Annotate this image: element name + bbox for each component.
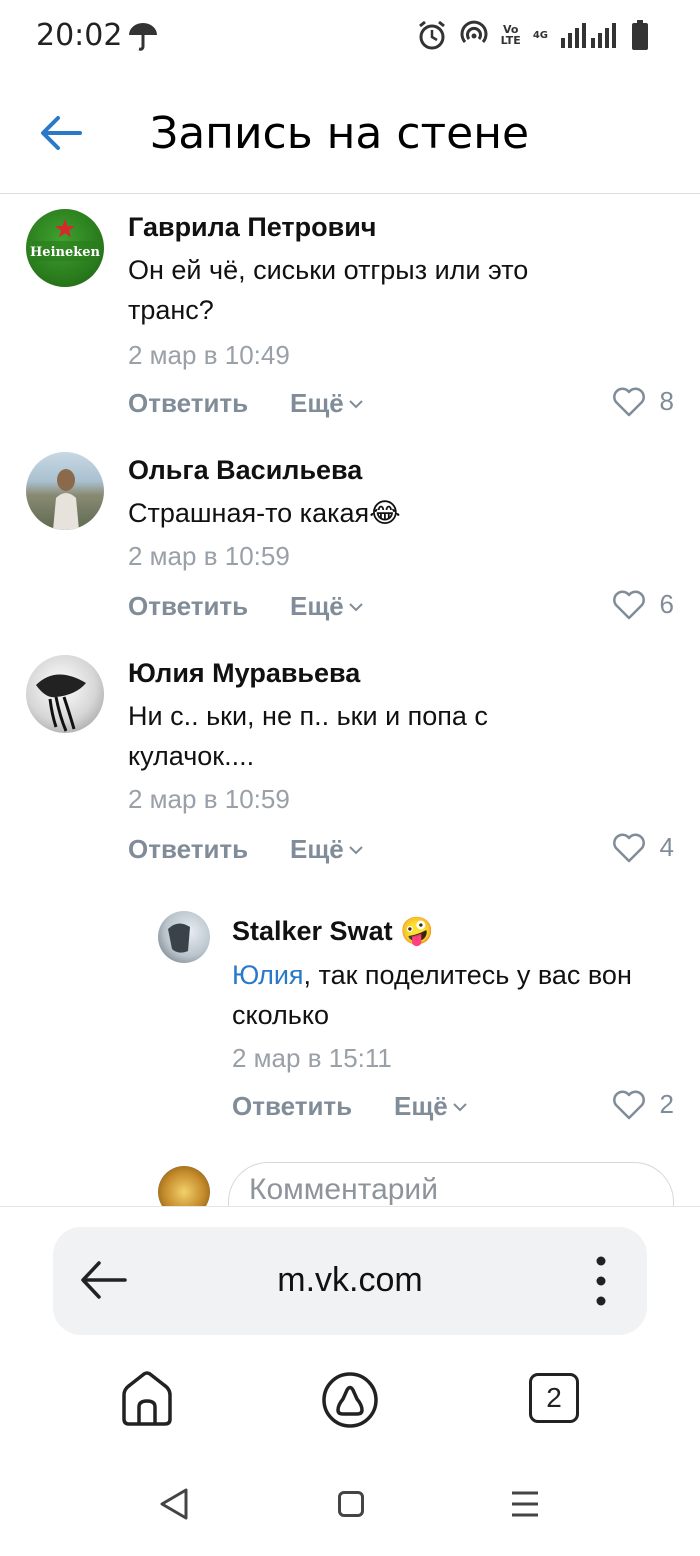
avatar[interactable] <box>158 911 210 963</box>
reply-author-name: Stalker Swat <box>232 916 393 946</box>
avatar[interactable]: Heineken <box>26 209 104 287</box>
more-vertical-icon[interactable] <box>595 1255 607 1307</box>
volte-indicator: Vo LTE <box>501 24 521 46</box>
url-bar[interactable]: m.vk.com <box>53 1227 647 1335</box>
assistant-icon[interactable] <box>321 1371 379 1429</box>
chevron-down-icon <box>349 602 363 611</box>
person-photo-icon <box>36 674 86 732</box>
chevron-down-icon <box>349 845 363 854</box>
like-button[interactable]: 4 <box>612 832 674 863</box>
status-bar: 20:02 Vo LTE 4G <box>0 0 700 72</box>
comment-text: Страшная-то какая😂 <box>128 498 401 528</box>
reply-author[interactable]: Stalker Swat 🤪 <box>232 915 434 947</box>
svg-text:Heineken: Heineken <box>30 245 100 260</box>
comment-date[interactable]: 2 мар в 10:49 <box>128 340 290 371</box>
person-photo-icon <box>53 469 79 530</box>
comment-item: Ольга Васильева Страшная-то какая😂 2 мар… <box>0 445 700 635</box>
reply-text: Юлия, так поделитесь у вас вон сколько <box>232 955 652 1035</box>
more-label: Ещё <box>290 834 344 864</box>
reply-item: Stalker Swat 🤪 Юлия, так поделитесь у ва… <box>0 905 700 1135</box>
home-icon[interactable] <box>120 1369 174 1427</box>
more-button[interactable]: Ещё <box>290 591 364 622</box>
hotspot-icon <box>460 20 488 43</box>
heart-icon <box>612 833 645 862</box>
person-photo-icon <box>168 923 190 953</box>
mention-link[interactable]: Юлия <box>232 960 304 990</box>
alarm-icon <box>418 20 445 50</box>
comment-date[interactable]: 2 мар в 10:59 <box>128 784 290 815</box>
url-text[interactable]: m.vk.com <box>53 1261 647 1300</box>
comment-author[interactable]: Ольга Васильева <box>128 455 362 486</box>
comment-author[interactable]: Гаврила Петрович <box>128 212 376 243</box>
reply-button[interactable]: Ответить <box>128 388 248 419</box>
comment-author[interactable]: Юлия Муравьева <box>128 658 360 689</box>
more-label: Ещё <box>290 591 344 621</box>
user-avatar <box>158 1166 210 1206</box>
status-time: 20:02 <box>36 18 123 53</box>
heineken-logo-icon: Heineken <box>30 219 101 261</box>
reply-button[interactable]: Ответить <box>128 834 248 865</box>
page-title: Запись на стене <box>150 108 530 159</box>
reply-button[interactable]: Ответить <box>128 591 248 622</box>
system-recents-icon[interactable] <box>510 1489 540 1519</box>
more-button[interactable]: Ещё <box>394 1091 468 1122</box>
comment-date[interactable]: 2 мар в 10:59 <box>128 541 290 572</box>
author-emoji: 🤪 <box>400 916 434 946</box>
like-button[interactable]: 2 <box>612 1089 674 1120</box>
chevron-down-icon <box>349 399 363 408</box>
heart-icon <box>612 590 645 619</box>
signal-icon <box>561 23 616 48</box>
network-gen: 4G <box>532 29 548 41</box>
arrow-left-icon[interactable] <box>38 110 84 156</box>
more-label: Ещё <box>290 388 344 418</box>
system-home-icon[interactable] <box>338 1491 364 1517</box>
comment-text: Он ей чё, сиськи отгрыз или это транс? <box>128 255 529 325</box>
more-button[interactable]: Ещё <box>290 388 364 419</box>
volte-label-bottom: LTE <box>500 34 521 47</box>
like-button[interactable]: 6 <box>612 589 674 620</box>
more-label: Ещё <box>394 1091 448 1121</box>
heart-icon <box>612 387 645 416</box>
comment-item: Юлия Муравьева Ни с.. ьки, не п.. ьки и … <box>0 648 700 878</box>
more-button[interactable]: Ещё <box>290 834 364 865</box>
comment-bar: Комментарий <box>0 1160 700 1206</box>
battery-icon <box>632 20 648 50</box>
comment-input[interactable]: Комментарий <box>228 1162 674 1206</box>
like-count: 2 <box>659 1089 674 1119</box>
umbrella-icon <box>129 23 157 51</box>
comment-text: Ни с.. ьки, не п.. ьки и попа с кулачок.… <box>128 701 488 771</box>
app-header: Запись на стене <box>0 72 700 194</box>
heart-icon <box>612 1090 645 1119</box>
system-back-icon[interactable] <box>158 1487 190 1521</box>
browser-bar: m.vk.com 2 <box>0 1206 700 1556</box>
like-count: 8 <box>659 386 674 416</box>
avatar[interactable] <box>26 452 104 530</box>
like-button[interactable]: 8 <box>612 386 674 417</box>
avatar[interactable] <box>26 655 104 733</box>
tabs-button[interactable]: 2 <box>529 1373 579 1423</box>
status-icons: Vo LTE 4G <box>417 16 648 54</box>
comment-item: Heineken Гаврила Петрович Он ей чё, сись… <box>0 200 700 430</box>
comment-date[interactable]: 2 мар в 15:11 <box>232 1043 392 1074</box>
like-count: 4 <box>659 832 674 862</box>
like-count: 6 <box>659 589 674 619</box>
reply-button[interactable]: Ответить <box>232 1091 352 1122</box>
chevron-down-icon <box>453 1102 467 1111</box>
